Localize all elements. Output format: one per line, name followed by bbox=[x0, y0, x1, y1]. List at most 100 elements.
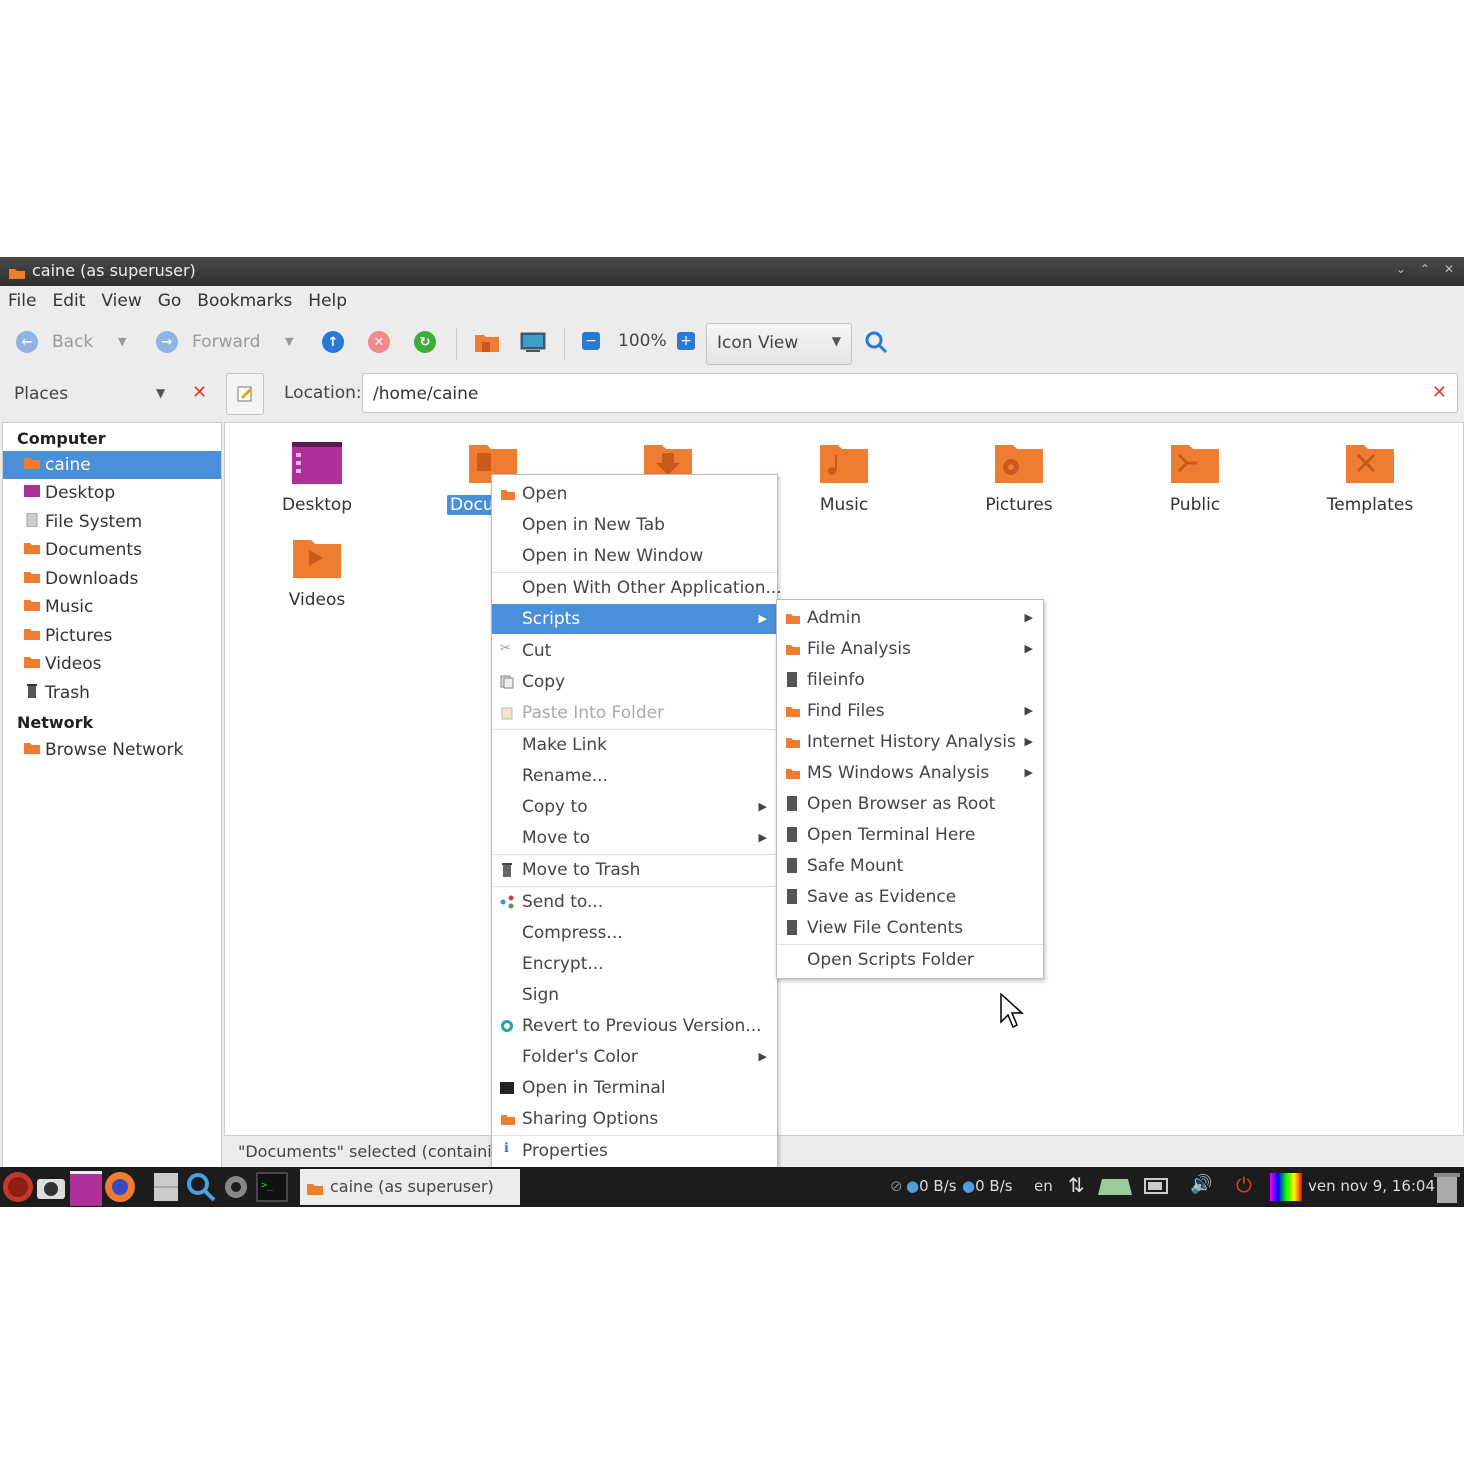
menu-go[interactable]: Go bbox=[150, 286, 190, 318]
network-speed-icon: ⊘ bbox=[890, 1177, 903, 1195]
menu-item-open[interactable]: Open bbox=[492, 479, 777, 509]
sidebar-item-trash[interactable]: Trash bbox=[3, 679, 221, 707]
menu-item-properties[interactable]: ℹ Properties bbox=[492, 1136, 777, 1166]
menu-bookmarks[interactable]: Bookmarks bbox=[189, 286, 300, 318]
zoom-level[interactable]: 100% bbox=[618, 331, 667, 351]
script-open-terminal-here[interactable]: Open Terminal Here bbox=[777, 820, 1043, 850]
sidebar-item-downloads[interactable]: Downloads bbox=[3, 565, 221, 593]
menu-edit[interactable]: Edit bbox=[44, 286, 93, 318]
file-item-music[interactable]: Music bbox=[774, 441, 914, 515]
menu-view[interactable]: View bbox=[93, 286, 149, 318]
back-history-dropdown-icon[interactable]: ▼ bbox=[118, 335, 126, 348]
computer-button[interactable] bbox=[520, 331, 546, 353]
menu-item-open-new-tab[interactable]: Open in New Tab bbox=[492, 510, 777, 540]
minimize-icon[interactable]: ⌄ bbox=[1396, 262, 1406, 276]
menu-item-make-link[interactable]: Make Link bbox=[492, 730, 777, 760]
menu-item-sign[interactable]: Sign bbox=[492, 980, 777, 1010]
menu-item-encrypt[interactable]: Encrypt... bbox=[492, 949, 777, 979]
sidebar-item-videos[interactable]: Videos bbox=[3, 650, 221, 678]
menu-item-open-with[interactable]: Open With Other Application... bbox=[492, 573, 782, 603]
menu-item-move-to-trash[interactable]: Move to Trash bbox=[492, 855, 777, 885]
file-item-templates[interactable]: Templates bbox=[1300, 441, 1440, 515]
maximize-icon[interactable]: ⌃ bbox=[1420, 262, 1430, 276]
stop-icon: ✕ bbox=[368, 331, 390, 353]
file-item-videos[interactable]: Videos bbox=[247, 536, 387, 610]
menu-item-send-to[interactable]: Send to... bbox=[492, 887, 777, 917]
menu-item-paste-into-folder[interactable]: Paste Into Folder bbox=[492, 698, 777, 728]
location-input[interactable]: /home/caine ✕ bbox=[362, 373, 1458, 413]
clear-location-icon[interactable]: ✕ bbox=[1432, 382, 1447, 403]
submenu-arrow-icon: ▶ bbox=[1024, 642, 1033, 655]
places-dropdown-icon[interactable]: ▼ bbox=[156, 386, 165, 400]
close-icon[interactable]: ✕ bbox=[1444, 262, 1454, 276]
gear-icon[interactable] bbox=[220, 1172, 252, 1206]
view-mode-select[interactable]: Icon View ▼ bbox=[706, 323, 852, 365]
camera-icon[interactable] bbox=[36, 1174, 66, 1204]
script-find-files[interactable]: Find Files ▶ bbox=[777, 696, 1043, 726]
script-fileinfo[interactable]: fileinfo bbox=[777, 665, 1043, 695]
menu-help[interactable]: Help bbox=[300, 286, 355, 318]
menu-item-copy-to[interactable]: Copy to ▶ bbox=[492, 792, 777, 822]
clock[interactable]: ven nov 9, 16:04 bbox=[1308, 1177, 1435, 1195]
file-item-desktop[interactable]: Desktop bbox=[247, 441, 387, 515]
stop-button[interactable]: ✕ bbox=[368, 331, 390, 353]
zoom-out-button[interactable]: − bbox=[582, 332, 600, 350]
keyboard-layout[interactable]: en bbox=[1034, 1177, 1053, 1195]
sidebar-item-caine[interactable]: caine bbox=[3, 451, 221, 479]
sidebar-item-browse-network[interactable]: Browse Network bbox=[3, 736, 221, 764]
power-icon[interactable]: ⏻ bbox=[1236, 1173, 1252, 1197]
file-item-pictures[interactable]: Pictures bbox=[949, 441, 1089, 515]
firefox-icon[interactable] bbox=[104, 1171, 136, 1207]
menu-item-folders-color[interactable]: Folder's Color ▶ bbox=[492, 1042, 777, 1072]
volume-icon[interactable]: 🔊 bbox=[1190, 1174, 1212, 1195]
menu-item-cut[interactable]: ✂ Cut bbox=[492, 636, 777, 666]
menu-item-rename[interactable]: Rename... bbox=[492, 761, 777, 791]
back-button[interactable]: ← Back bbox=[16, 331, 93, 353]
script-internet-history[interactable]: Internet History Analysis ▶ bbox=[777, 727, 1043, 757]
menu-item-revert[interactable]: Revert to Previous Version... bbox=[492, 1011, 777, 1041]
close-sidebar-icon[interactable]: ✕ bbox=[192, 382, 207, 403]
home-button[interactable] bbox=[474, 331, 500, 353]
script-file-analysis[interactable]: File Analysis ▶ bbox=[777, 634, 1043, 664]
menu-item-compress[interactable]: Compress... bbox=[492, 918, 777, 948]
sidebar-item-file-system[interactable]: File System bbox=[3, 508, 221, 536]
menu-item-open-in-terminal[interactable]: Open in Terminal bbox=[492, 1073, 777, 1103]
file-cabinet-icon[interactable] bbox=[152, 1172, 180, 1206]
script-view-file-contents[interactable]: View File Contents bbox=[777, 913, 1043, 943]
script-ms-windows-analysis[interactable]: MS Windows Analysis ▶ bbox=[777, 758, 1043, 788]
script-safe-mount[interactable]: Safe Mount bbox=[777, 851, 1043, 881]
search-button[interactable] bbox=[864, 330, 888, 354]
menu-item-copy[interactable]: Copy bbox=[492, 667, 777, 697]
script-open-browser-root[interactable]: Open Browser as Root bbox=[777, 789, 1043, 819]
menu-file[interactable]: File bbox=[0, 286, 44, 318]
forward-history-dropdown-icon[interactable]: ▼ bbox=[285, 335, 293, 348]
sidebar-item-music[interactable]: Music bbox=[3, 593, 221, 621]
script-open-scripts-folder[interactable]: Open Scripts Folder bbox=[777, 945, 1043, 975]
menu-item-open-new-window[interactable]: Open in New Window bbox=[492, 541, 777, 571]
script-save-as-evidence[interactable]: Save as Evidence bbox=[777, 882, 1043, 912]
removable-drive-icon[interactable] bbox=[1098, 1175, 1132, 1201]
pictures-folder-icon bbox=[995, 445, 1043, 483]
up-button[interactable]: ↑ bbox=[322, 331, 344, 353]
network-transfer-icon[interactable]: ⇅ bbox=[1068, 1173, 1085, 1197]
sidebar-item-documents[interactable]: Documents bbox=[3, 536, 221, 564]
file-item-public[interactable]: Public bbox=[1125, 441, 1265, 515]
battery-icon[interactable] bbox=[1144, 1177, 1170, 1199]
terminal-icon[interactable]: >_ bbox=[256, 1172, 288, 1206]
taskbar-task-file-manager[interactable]: caine (as superuser) bbox=[300, 1169, 520, 1205]
toggle-location-edit-button[interactable] bbox=[226, 373, 264, 415]
menu-item-move-to[interactable]: Move to ▶ bbox=[492, 823, 777, 853]
reload-button[interactable]: ↻ bbox=[414, 331, 436, 353]
menu-item-sharing-options[interactable]: Sharing Options bbox=[492, 1104, 777, 1134]
script-admin[interactable]: Admin ▶ bbox=[777, 603, 1043, 633]
menu-item-scripts[interactable]: Scripts ▶ bbox=[492, 604, 777, 634]
start-menu-icon[interactable] bbox=[2, 1171, 34, 1207]
desktop-launcher-icon[interactable] bbox=[70, 1171, 102, 1206]
color-picker-icon[interactable] bbox=[1270, 1173, 1302, 1205]
sidebar-item-pictures[interactable]: Pictures bbox=[3, 622, 221, 650]
zoom-in-button[interactable]: + bbox=[677, 332, 695, 350]
sidebar-item-desktop[interactable]: Desktop bbox=[3, 479, 221, 507]
trash-icon[interactable] bbox=[1434, 1171, 1460, 1207]
search-icon[interactable] bbox=[186, 1172, 216, 1206]
forward-button[interactable]: → Forward bbox=[156, 331, 260, 353]
